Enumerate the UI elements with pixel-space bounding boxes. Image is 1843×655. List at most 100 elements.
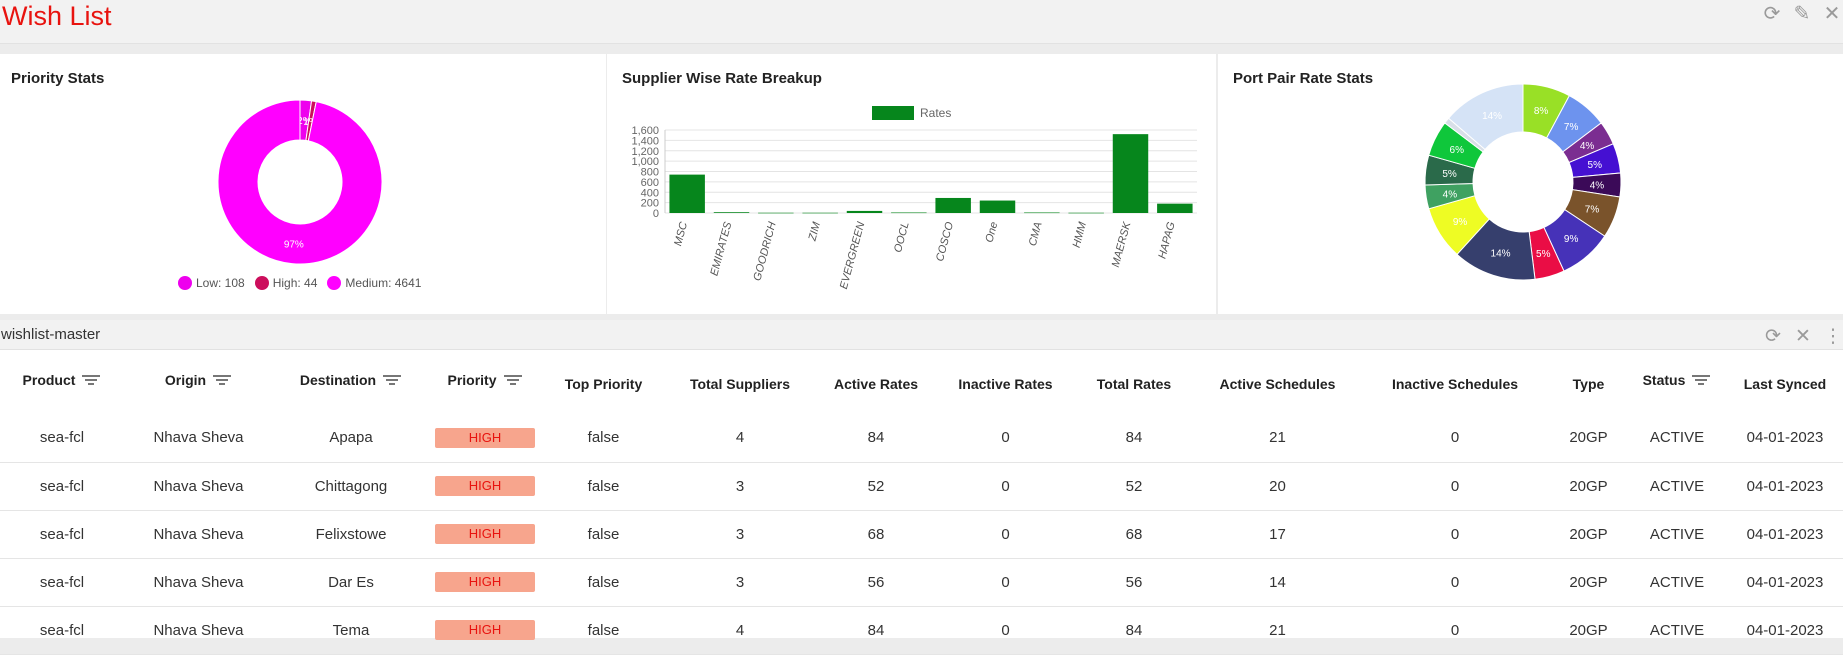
cell-value: 4 <box>735 621 745 639</box>
table-cell: HIGH <box>429 462 541 511</box>
x-tick-label: ZIM <box>806 220 823 243</box>
close-icon[interactable]: ✕ <box>1793 325 1813 347</box>
bar[interactable] <box>891 212 927 214</box>
y-tick-label: 400 <box>641 187 659 199</box>
table-cell: sea-fcl <box>0 510 124 559</box>
table-row[interactable]: sea-fcl Nhava Sheva Tema HIGH false 4 84 0 84 21 0… <box>0 606 1843 655</box>
table-cell: HIGH <box>429 606 541 655</box>
slice-label: 9% <box>1564 234 1579 245</box>
bar[interactable] <box>979 200 1016 213</box>
cell-value: 0 <box>1450 525 1460 543</box>
cell-value: ACTIVE <box>1649 573 1705 591</box>
table-row[interactable]: sea-fcl Nhava Sheva Chittagong HIGH false 3 52… <box>0 462 1843 511</box>
legend-item-low[interactable]: Low: 108 <box>178 276 245 290</box>
bar[interactable] <box>713 212 750 213</box>
page-title: Wish List <box>2 1 112 31</box>
column-header[interactable]: Origin <box>124 354 273 414</box>
filter-icon[interactable] <box>81 374 101 386</box>
column-header[interactable]: Total Rates <box>1073 354 1195 414</box>
filter-icon[interactable] <box>212 374 232 386</box>
column-header[interactable]: Inactive Rates <box>938 354 1073 414</box>
priority-donut-chart: 2%1%97% <box>217 99 383 265</box>
column-header-label: Total Rates <box>1096 376 1172 392</box>
bar[interactable] <box>1112 134 1149 213</box>
cell-value: 0 <box>1001 429 1010 447</box>
cell-value: sea-fcl <box>39 621 85 639</box>
cell-value: 0 <box>1001 525 1010 543</box>
cell-value: 52 <box>867 477 885 495</box>
x-tick-label: MAERSK <box>1110 220 1134 269</box>
column-header[interactable]: Priority <box>429 354 541 414</box>
supplier-bar-chart: Rates 02004006008001,0001,2001,4001,600 MS… <box>631 106 1197 291</box>
bar[interactable] <box>1024 212 1060 214</box>
column-header[interactable]: Inactive Schedules <box>1360 354 1550 414</box>
table-cell: Nhava Sheva <box>124 606 273 655</box>
bar[interactable] <box>758 212 794 214</box>
filter-icon[interactable] <box>1691 374 1711 386</box>
refresh-icon[interactable]: ⟳ <box>1761 2 1783 25</box>
priority-stats-panel: Priority Stats 2% 1% 97% Low: 108 High: 44… <box>0 54 606 314</box>
cell-value: ACTIVE <box>1649 477 1705 495</box>
table-cell: 20GP <box>1550 462 1627 511</box>
table-row[interactable]: sea-fcl Nhava Sheva Dar Es HIGH false 3 56 0 56 1… <box>0 558 1843 607</box>
column-header-label: Total Suppliers <box>689 376 791 392</box>
filter-icon[interactable] <box>503 374 523 386</box>
wishlist-table: Product Origin Destination Priority Top Prio… <box>0 354 1843 655</box>
page-header: Wish List ⟳ ✎ ✕ <box>0 0 1843 44</box>
refresh-icon[interactable]: ⟳ <box>1763 325 1783 347</box>
column-header-label: Origin <box>164 372 207 388</box>
table-cell: 0 <box>1360 462 1550 511</box>
column-header[interactable]: Active Schedules <box>1195 354 1360 414</box>
table-cell: ACTIVE <box>1627 558 1727 607</box>
column-header-label: Last Synced <box>1743 376 1827 392</box>
table-cell: 21 <box>1195 606 1360 655</box>
legend-item-high[interactable]: High: 44 <box>254 276 317 290</box>
column-header[interactable]: Top Priority <box>541 354 666 414</box>
table-cell: 0 <box>938 462 1073 511</box>
table-cell: 14 <box>1195 558 1360 607</box>
more-vertical-icon[interactable]: ⋮ <box>1823 325 1843 347</box>
bar[interactable] <box>1157 203 1193 213</box>
cell-value: ACTIVE <box>1649 621 1705 639</box>
cell-value: false <box>587 477 620 495</box>
table-cell: Felixstowe <box>273 510 429 559</box>
cell-value: 21 <box>1269 621 1286 639</box>
grid-title: wishlist-master <box>1 326 101 343</box>
table-cell: 20 <box>1195 462 1360 511</box>
legend-swatch[interactable] <box>872 106 914 120</box>
table-cell: 20GP <box>1550 414 1627 463</box>
table-cell: 04-01-2023 <box>1727 606 1843 655</box>
table-cell: 20GP <box>1550 606 1627 655</box>
column-header[interactable]: Destination <box>273 354 429 414</box>
cell-value: Nhava Sheva <box>153 477 244 495</box>
bar[interactable] <box>846 210 883 213</box>
column-header[interactable]: Total Suppliers <box>666 354 814 414</box>
filter-icon[interactable] <box>382 374 402 386</box>
edit-icon[interactable]: ✎ <box>1791 2 1813 25</box>
bar[interactable] <box>669 174 705 213</box>
cell-value: 0 <box>1450 573 1460 591</box>
cell-value: 0 <box>1001 477 1010 495</box>
column-header[interactable]: Type <box>1550 354 1627 414</box>
bar[interactable] <box>802 212 838 214</box>
cell-value: ACTIVE <box>1649 525 1705 543</box>
close-icon[interactable]: ✕ <box>1821 2 1843 25</box>
cell-value: 3 <box>735 525 745 543</box>
bar[interactable] <box>935 197 971 213</box>
column-header[interactable]: Last Synced <box>1727 354 1843 414</box>
legend-item-medium[interactable]: Medium: 4641 <box>327 276 421 290</box>
x-tick-label: OOCL <box>892 221 912 254</box>
bar[interactable] <box>1068 212 1104 214</box>
slice-label: 4% <box>1590 180 1605 191</box>
column-header[interactable]: Product <box>0 354 124 414</box>
table-cell: ACTIVE <box>1627 414 1727 463</box>
cell-value: sea-fcl <box>39 573 85 591</box>
column-header[interactable]: Active Rates <box>814 354 938 414</box>
table-cell: 20GP <box>1550 558 1627 607</box>
slice-label: 5% <box>1588 160 1603 171</box>
column-header[interactable]: Status <box>1627 354 1727 414</box>
cell-value: 84 <box>1125 621 1143 639</box>
table-cell: Chittagong <box>273 462 429 511</box>
table-row[interactable]: sea-fcl Nhava Sheva Apapa HIGH false 4 84 0 84 21… <box>0 414 1843 463</box>
table-row[interactable]: sea-fcl Nhava Sheva Felixstowe HIGH false 3 68… <box>0 510 1843 559</box>
